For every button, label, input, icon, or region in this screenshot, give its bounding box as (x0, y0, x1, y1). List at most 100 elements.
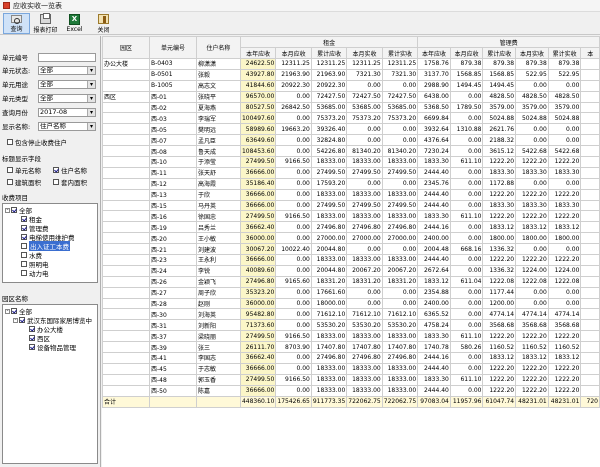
table-row[interactable]: 西-21 刘建波 30067.20 10022.40 20044.80 0.00 0.00 2… (102, 243, 600, 256)
fee-root-node[interactable]: - 全部 (5, 206, 32, 215)
header-sub-col[interactable]: 本月应收 (449, 47, 484, 59)
unit-status-select[interactable]: 全部 (38, 65, 96, 75)
header-sub-col[interactable]: 本月应收 (275, 47, 312, 59)
collapse-icon[interactable]: - (5, 207, 10, 213)
table-row[interactable]: B-1005 高志文 41844.60 20922.30 20922.30 0.00 0.0… (102, 79, 600, 92)
fee-item-elevator[interactable]: 电梯使用维护费 (21, 233, 75, 242)
table-row[interactable]: 西区 西-01 张晓平 96570.00 0.00 72427.50 72427.50 724… (102, 90, 600, 103)
table-row[interactable]: 西-39 张三 26111.70 8703.90 17407.80 17407.80 174… (102, 341, 600, 354)
fee-item-lighting[interactable]: 照明电 (21, 260, 49, 269)
table-row[interactable]: 西-20 王小敏 36000.00 0.00 27000.00 27000.00 27000… (102, 232, 600, 245)
water-checkbox[interactable] (21, 252, 27, 258)
title-field-resident-name[interactable]: 住户名称 (53, 165, 87, 175)
header-sub-col[interactable]: 本月实收 (346, 47, 383, 59)
table-row[interactable]: 西-19 吕秀兰 36662.40 0.00 27496.80 27496.80 27496… (102, 221, 600, 234)
fee-item-pass-card[interactable]: 出入证工本费 (21, 241, 70, 251)
show-name-select[interactable]: 住户名称 (38, 121, 96, 131)
excel-button[interactable]: X Excel (61, 13, 88, 34)
header-sub-col[interactable]: 累计应收 (482, 47, 517, 59)
building-area-checkbox[interactable] (7, 179, 13, 185)
title-field-building-area[interactable]: 建筑面积 (7, 177, 41, 187)
unit-use-select[interactable]: 全部 (38, 79, 96, 89)
park-child-node[interactable]: - 武汉东国际家居博览中 (13, 316, 92, 325)
table-row[interactable]: 西-23 王永利 36666.00 0.00 18333.00 18333.00 18333… (102, 254, 600, 266)
include-no-fee-box[interactable] (7, 139, 13, 145)
fee-item-management[interactable]: 管理费 (21, 224, 49, 233)
table-row[interactable]: 西-16 徐国忠 27499.50 9166.50 18333.00 18333.00 18… (102, 210, 600, 223)
table-row[interactable]: 西-48 郭玉香 27499.50 9166.50 18333.00 18333.00 18… (102, 373, 600, 386)
query-button[interactable]: 查询 (3, 13, 30, 34)
table-row[interactable]: 西-30 刘海英 95482.80 0.00 71612.10 71612.10 71612… (102, 308, 600, 321)
table-row[interactable]: 西-24 李锐 40089.60 0.00 20044.80 20067.20 20067.… (102, 264, 600, 277)
cell-unit-no: 西-03 (148, 112, 197, 125)
header-park[interactable]: 园区 (102, 36, 150, 59)
table-row[interactable]: 西-10 于添莹 27499.50 9166.50 18333.00 18333.00 18… (102, 156, 600, 168)
resident-name-checkbox[interactable] (53, 167, 59, 173)
unit-no-input[interactable] (38, 52, 96, 62)
table-row[interactable]: 西-03 李瑞军 100497.60 0.00 75373.20 75373.20 7537… (102, 112, 600, 125)
elevator-checkbox[interactable] (21, 234, 27, 240)
table-row[interactable]: 西-31 刘新阳 71373.60 0.00 53530.20 53530.20 53530… (102, 319, 600, 332)
table-row[interactable]: 西-50 陈嘉 36666.00 0.00 18333.00 18333.00 18333.… (102, 384, 600, 397)
inner-area-checkbox[interactable] (53, 179, 59, 185)
table-row[interactable]: 西-13 于欣 36666.00 0.00 18333.00 18333.00 18333.… (102, 188, 600, 201)
west-checkbox[interactable] (29, 335, 35, 341)
power-checkbox[interactable] (21, 270, 27, 276)
table-row[interactable]: 西-41 李国志 36662.40 0.00 27496.80 27496.80 27496… (102, 352, 600, 364)
query-month-select[interactable]: 2017-08 (38, 107, 96, 117)
fee-item-water[interactable]: 水费 (21, 251, 42, 260)
table-row[interactable]: 西-11 张天舒 36666.00 0.00 27499.50 27499.50 27499… (102, 166, 600, 179)
header-sub-col[interactable]: 本 (580, 47, 600, 59)
table-row[interactable]: B-0501 张毅 43927.80 21963.90 21963.90 7321.30 7… (102, 68, 600, 81)
management-checkbox[interactable] (21, 225, 27, 231)
park-item-equipment[interactable]: 设备物品管理 (29, 343, 76, 352)
park-tree[interactable]: - 全部 - 武汉东国际家居博览中 办公大楼 西区 设备物品管理 (2, 304, 98, 464)
title-field-unit-name[interactable]: 单元名称 (7, 165, 41, 175)
data-grid[interactable]: 园区 单元编号 住户名称 租金 管理费 本年应收 本月应收 累计应收 本月实收 累计实收… (102, 36, 600, 467)
table-row[interactable]: 西-05 樊明远 58989.60 19663.20 39326.40 0.00 0.00 3… (102, 123, 600, 136)
header-sub-col[interactable]: 累计实收 (381, 47, 419, 59)
header-sub-col[interactable]: 本年应收 (417, 47, 451, 59)
header-sub-col[interactable]: 本月实收 (515, 47, 549, 59)
cell-amount: 0.00 (449, 177, 484, 190)
table-row[interactable]: 西-37 梁晓丽 27499.50 9166.50 18333.00 18333.00 18… (102, 330, 600, 343)
unit-type-select[interactable]: 全部 (38, 93, 96, 103)
table-row[interactable]: 办公大楼 B-0403 柳潇潇 24622.50 12311.25 12311.25 123… (102, 58, 600, 70)
unit-name-checkbox[interactable] (7, 167, 13, 173)
table-row[interactable]: 西-08 鲁天成 108453.60 0.00 54226.80 81340.20 8134… (102, 145, 600, 158)
close-button[interactable]: 关闭 (90, 13, 117, 34)
table-row[interactable]: 西-15 马丹英 36666.00 0.00 27499.50 27499.50 27499… (102, 199, 600, 212)
table-row[interactable]: 西-12 高海霞 35186.40 0.00 17593.20 0.00 0.00 2345.… (102, 177, 600, 190)
lighting-checkbox[interactable] (21, 261, 27, 267)
table-row[interactable]: 西-45 于志敏 36666.00 0.00 18333.00 18333.00 18333… (102, 362, 600, 375)
fee-item-power[interactable]: 动力电 (21, 269, 49, 278)
fee-root-checkbox[interactable] (11, 207, 17, 213)
equipment-checkbox[interactable] (29, 344, 35, 350)
park-item-west[interactable]: 西区 (29, 334, 50, 343)
print-report-button[interactable]: 报表打印 (32, 13, 59, 34)
header-sub-col[interactable]: 累计实收 (547, 47, 582, 59)
cell-amount: 879.38 (482, 58, 517, 70)
park-root-checkbox[interactable] (11, 308, 17, 314)
header-unit-no[interactable]: 单元编号 (148, 36, 197, 59)
include-no-fee-checkbox[interactable]: 包含停止收费住户 (7, 137, 67, 147)
table-row[interactable]: 西-02 夏海燕 80527.50 26842.50 53685.00 53685.00 5… (102, 101, 600, 114)
header-resident[interactable]: 住户名称 (195, 36, 241, 59)
park-child-checkbox[interactable] (19, 317, 25, 323)
rent-checkbox[interactable] (21, 216, 27, 222)
title-field-inner-area[interactable]: 套内面积 (53, 177, 87, 187)
park-root-node[interactable]: - 全部 (5, 307, 32, 316)
pass-card-checkbox[interactable] (21, 243, 27, 249)
park-item-office[interactable]: 办公大楼 (29, 325, 63, 334)
table-row[interactable]: 西-28 赵刚 36000.00 0.00 18000.00 0.00 0.00 2400.0… (102, 297, 600, 310)
header-sub-col[interactable]: 本年应收 (239, 47, 277, 59)
fee-items-tree[interactable]: - 全部 租金 管理费 电梯使用维护费 出入证工本费 水费 照明电 动力电 (2, 203, 98, 283)
collapse-icon[interactable]: - (13, 317, 18, 323)
table-row[interactable]: 西-07 孟凡臣 63649.60 0.00 32824.80 0.00 0.00 4376.… (102, 134, 600, 147)
fee-item-rent[interactable]: 租金 (21, 215, 42, 224)
table-row[interactable]: 西-26 金颖飞 27496.80 9165.60 18331.20 18331.20 18… (102, 275, 600, 288)
office-checkbox[interactable] (29, 326, 35, 332)
table-row[interactable]: 西-27 周子欣 35323.20 0.00 17661.60 0.00 0.00 2354.… (102, 286, 600, 299)
collapse-icon[interactable]: - (5, 308, 10, 314)
header-sub-col[interactable]: 累计应收 (310, 47, 348, 59)
